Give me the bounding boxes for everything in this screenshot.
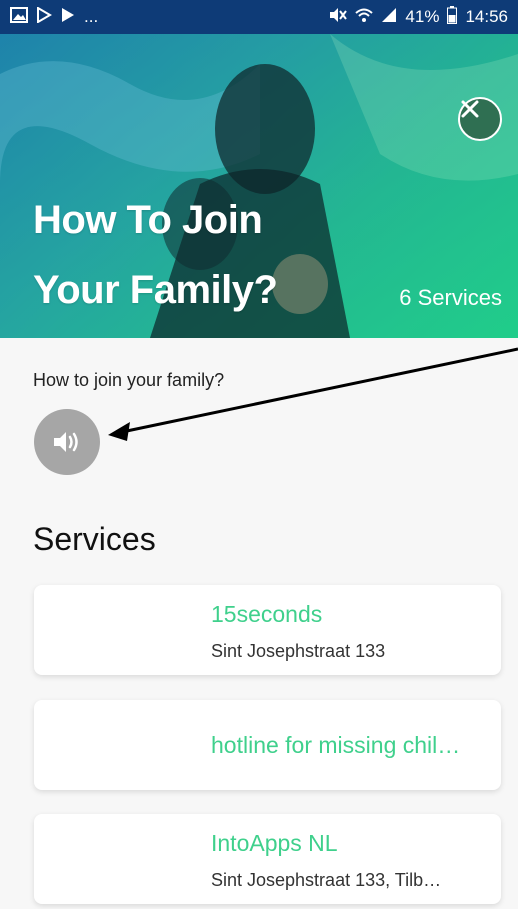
status-time: 14:56 (465, 7, 508, 26)
play-store-icon (36, 6, 52, 27)
service-card-intoapps[interactable]: IntoApps NL Sint Josephstraat 133, Tilb… (34, 814, 501, 904)
service-card-15seconds[interactable]: 15seconds Sint Josephstraat 133 (34, 585, 501, 675)
service-name: 15seconds (211, 601, 323, 627)
close-icon (461, 100, 479, 118)
close-button[interactable] (458, 97, 502, 141)
page-title: How To Join Your Family? (33, 185, 278, 325)
services-heading: Services (33, 521, 156, 557)
status-bar: ... 41% 14:56 (0, 0, 518, 34)
page-title-line-2: Your Family? (33, 268, 278, 312)
audio-question-label: How to join your family? (33, 370, 225, 390)
speaker-icon (54, 432, 78, 452)
image-icon (10, 7, 28, 27)
service-card-hotline[interactable]: hotline for missing chil… (34, 700, 501, 790)
mute-icon (329, 7, 348, 27)
battery-percent: 41% (405, 7, 440, 26)
status-left: ... (10, 6, 99, 27)
service-address: Sint Josephstraat 133 (211, 641, 386, 661)
service-name: IntoApps NL (211, 830, 338, 856)
signal-icon (381, 7, 397, 27)
wifi-icon (355, 7, 374, 27)
service-name: hotline for missing chil… (211, 732, 461, 758)
battery-icon (447, 6, 458, 28)
page-title-line-1: How To Join (33, 198, 263, 242)
service-address: Sint Josephstraat 133, Tilb… (211, 870, 442, 890)
services-count: 6 Services (399, 285, 502, 310)
play-audio-button[interactable] (34, 409, 100, 475)
play-icon (60, 7, 76, 27)
status-more: ... (84, 7, 99, 26)
status-right: 41% 14:56 (329, 6, 508, 28)
